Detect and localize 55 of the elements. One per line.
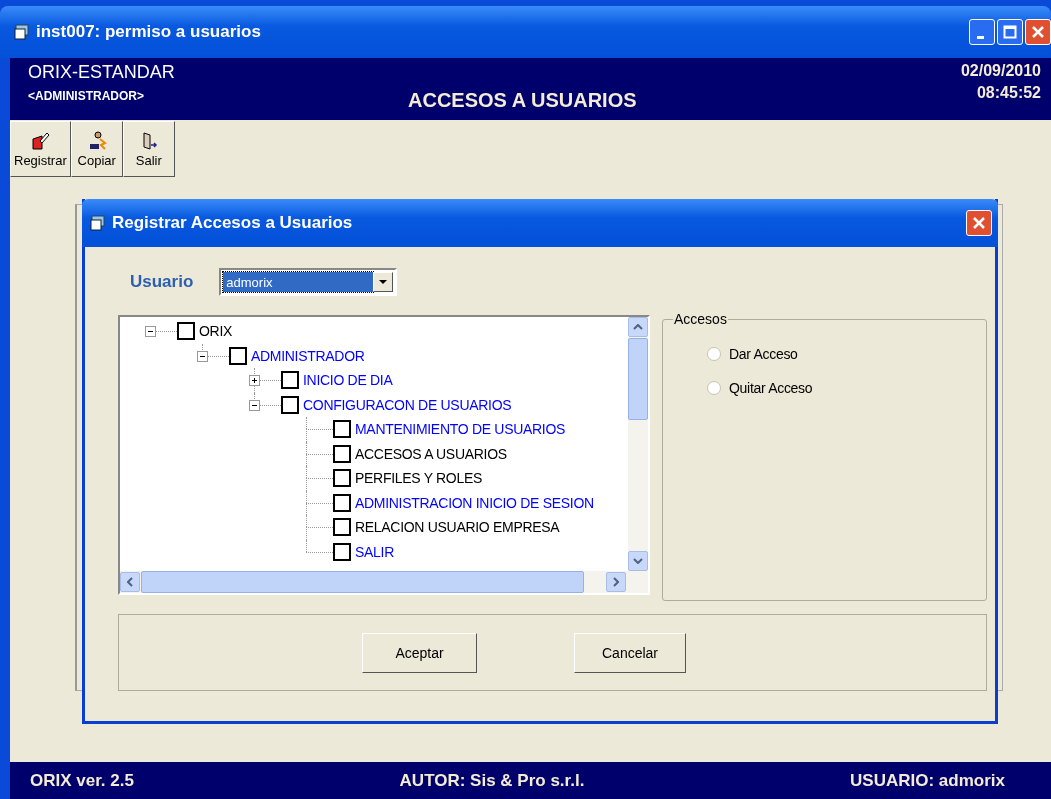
user-label: Usuario — [130, 272, 194, 292]
checkbox[interactable] — [281, 371, 299, 390]
radio-option[interactable]: Quitar Acceso — [707, 380, 986, 396]
tree-item[interactable]: RELACION USUARIO EMPRESA — [355, 519, 560, 536]
horizontal-scrollbar[interactable] — [120, 571, 648, 593]
checkbox[interactable] — [333, 542, 351, 561]
expander-icon[interactable] — [249, 399, 260, 411]
expander-icon[interactable] — [197, 350, 208, 362]
time-label: 08:45:52 — [976, 84, 1041, 102]
checkbox[interactable] — [333, 444, 351, 463]
checkbox[interactable] — [177, 322, 195, 341]
checkbox[interactable] — [333, 420, 351, 439]
exit-button[interactable]: Salir — [122, 121, 175, 177]
close-button[interactable] — [966, 210, 992, 236]
tree-item[interactable]: ADMINISTRADOR — [251, 347, 365, 364]
minimize-button[interactable] — [969, 19, 995, 45]
date-label: 02/09/2010 — [960, 62, 1041, 80]
caret-icon — [379, 280, 388, 284]
copy-button[interactable]: Copiar — [70, 121, 123, 177]
tree-item[interactable]: INICIO DE DIA — [303, 372, 393, 389]
tree-item[interactable]: CONFIGURACON DE USUARIOS — [303, 396, 512, 413]
cancel-button[interactable]: Cancelar — [574, 632, 686, 673]
app-name: ORIX-ESTANDAR — [28, 62, 176, 83]
radio-option[interactable]: Dar Acceso — [707, 346, 986, 362]
pen-icon — [30, 130, 51, 151]
window-icon — [14, 24, 30, 40]
accept-button[interactable]: Aceptar — [362, 632, 477, 673]
checkbox[interactable] — [229, 346, 247, 365]
checkbox[interactable] — [281, 395, 299, 414]
minimize-icon — [976, 35, 984, 39]
checkbox[interactable] — [333, 518, 351, 537]
window-title: inst007: permiso a usuarios — [36, 22, 262, 42]
close-button[interactable] — [1025, 19, 1051, 45]
group-label: Accesos — [673, 311, 728, 327]
author-label: AUTOR: Sis & Pro s.r.l. — [399, 770, 585, 791]
tree-item[interactable]: ADMINISTRACION INICIO DE SESION — [355, 494, 594, 511]
register-button[interactable]: Registrar — [10, 121, 71, 177]
tree-item[interactable]: SALIR — [355, 543, 394, 560]
user-dropdown[interactable]: admorix — [219, 268, 398, 296]
tree-item[interactable]: MANTENIMIENTO DE USUARIOS — [355, 421, 566, 438]
user-status: USUARIO: admorix — [850, 770, 1005, 791]
tree-item[interactable]: PERFILES Y ROLES — [355, 470, 482, 487]
tree-item[interactable]: ORIX — [199, 323, 233, 340]
expander-icon[interactable] — [145, 326, 156, 338]
checkbox[interactable] — [333, 469, 351, 488]
version-label: ORIX ver. 2.5 — [30, 770, 134, 791]
expander-icon[interactable] — [249, 375, 260, 387]
screen-title: ACCESOS A USUARIOS — [408, 89, 638, 112]
maximize-button[interactable] — [997, 19, 1023, 45]
checkbox[interactable] — [333, 493, 351, 512]
tree-item[interactable]: ACCESOS A USUARIOS — [355, 445, 507, 462]
dialog-icon — [90, 215, 106, 231]
vertical-scrollbar[interactable] — [628, 317, 648, 571]
role-label: <ADMINISTRADOR> — [28, 89, 145, 103]
dialog-title: Registrar Accesos a Usuarios — [112, 213, 354, 233]
